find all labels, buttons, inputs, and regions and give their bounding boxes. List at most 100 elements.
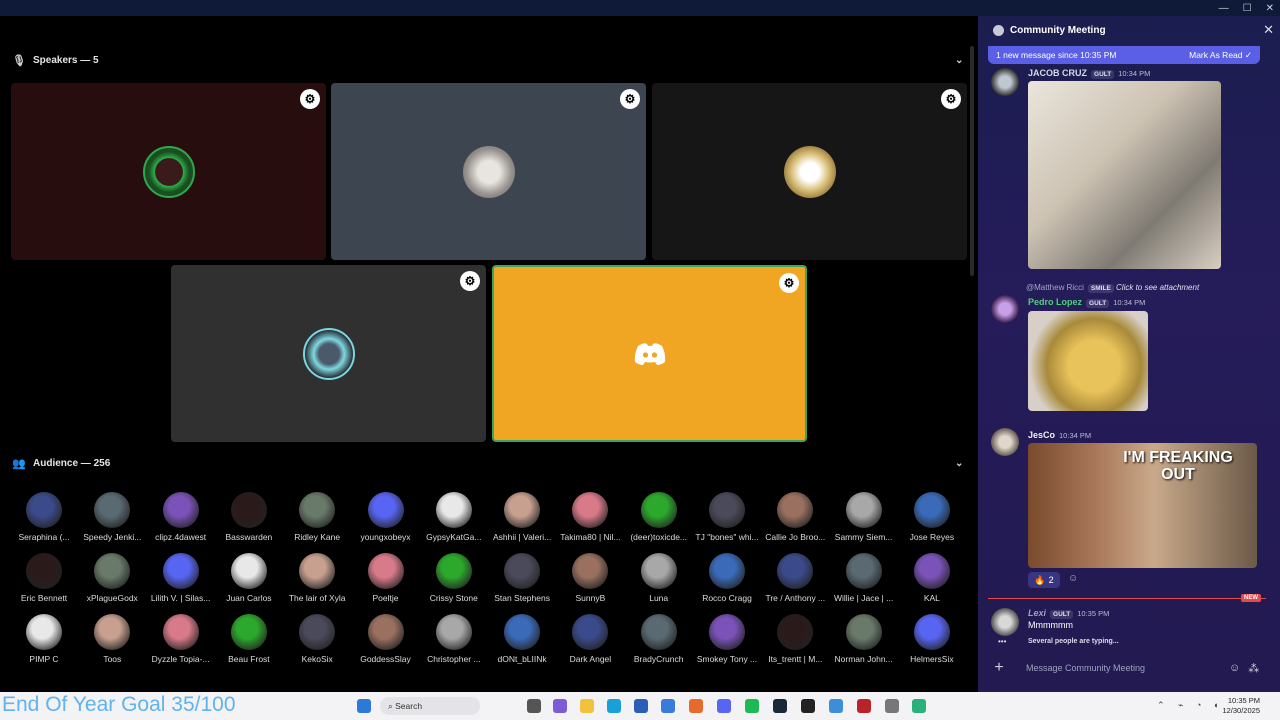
wifi-icon[interactable]: ◔ <box>1196 700 1201 710</box>
add-reaction-icon[interactable]: ☺ <box>1068 573 1078 584</box>
audience-member[interactable]: Ashhii | Valeri... <box>488 492 556 542</box>
close-window-icon[interactable]: ✕ <box>1266 3 1274 14</box>
stage-settings-icon[interactable]: ⚙ <box>300 89 320 109</box>
audience-member[interactable]: Seraphina (... <box>10 492 78 542</box>
emoji-picker-icon[interactable]: ☺ <box>1229 662 1240 674</box>
audience-member[interactable]: youngxobeyx <box>352 492 420 542</box>
audience-member[interactable]: Luna <box>625 553 693 603</box>
audience-member[interactable]: GypsyKatGa... <box>420 492 488 542</box>
app-icon[interactable] <box>912 699 926 713</box>
audience-member[interactable]: Rocco Cragg <box>693 553 761 603</box>
mail-icon[interactable] <box>661 699 675 713</box>
message-author[interactable]: Pedro Lopez GULT 10:34 PM <box>1028 297 1145 308</box>
audience-member[interactable]: Dyzzle Topia-... <box>147 614 215 664</box>
audience-member[interactable]: Toos <box>78 614 146 664</box>
speaker-tile-2[interactable]: ⚙ <box>331 83 646 260</box>
notepad-icon[interactable] <box>829 699 843 713</box>
close-icon[interactable]: ✕ <box>1263 22 1274 38</box>
taskbar-search[interactable]: ⌕ Search <box>380 697 480 715</box>
maximize-icon[interactable]: ☐ <box>1243 3 1252 14</box>
audience-member[interactable]: BradyCrunch <box>625 614 693 664</box>
taskbar-clock[interactable]: 10:35 PM 12/30/2025 <box>1222 696 1260 716</box>
audience-member[interactable]: Christopher ... <box>420 614 488 664</box>
settings-icon[interactable] <box>885 699 899 713</box>
edge-icon[interactable] <box>607 699 621 713</box>
firefox-icon[interactable] <box>689 699 703 713</box>
audience-member[interactable]: Lilith V. | Silas... <box>147 553 215 603</box>
audience-member[interactable]: dONt_bLIINk <box>488 614 556 664</box>
audience-member[interactable]: (deer)toxicde... <box>625 492 693 542</box>
audience-member[interactable]: Takima80 | Nil... <box>556 492 624 542</box>
audience-member[interactable]: Stan Stephens <box>488 553 556 603</box>
audience-member[interactable]: Jose Reyes <box>898 492 966 542</box>
volume-icon[interactable]: ◖ <box>1213 700 1218 710</box>
audience-member[interactable]: Juan Carlos <box>215 553 283 603</box>
chevron-down-icon[interactable]: ⌄ <box>955 458 963 469</box>
audience-member[interactable]: SunnyB <box>556 553 624 603</box>
stage-settings-icon[interactable]: ⚙ <box>941 89 961 109</box>
audience-member[interactable]: Willie | Jace | ... <box>830 553 898 603</box>
audience-member[interactable]: Smokey Tony ... <box>693 614 761 664</box>
chevron-down-icon[interactable]: ⌄ <box>955 55 963 66</box>
user-avatar[interactable] <box>991 295 1019 323</box>
audience-member[interactable]: Tre / Anthony ... <box>761 553 829 603</box>
audience-member[interactable]: KAL <box>898 553 966 603</box>
audience-member[interactable]: PIMP C <box>10 614 78 664</box>
audience-member[interactable]: GoddessSlay <box>352 614 420 664</box>
audience-member[interactable]: Poeltje <box>352 553 420 603</box>
store-icon[interactable] <box>634 699 648 713</box>
audience-member[interactable]: Its_trentt | M... <box>761 614 829 664</box>
stage-settings-icon[interactable]: ⚙ <box>620 89 640 109</box>
minimize-icon[interactable]: — <box>1219 3 1229 14</box>
speaker-tile-1[interactable]: ⚙ <box>11 83 326 260</box>
file-explorer-icon[interactable] <box>580 699 594 713</box>
audience-member[interactable]: KekoSix <box>283 614 351 664</box>
message-author[interactable]: JACOB CRUZ GULT 10:34 PM <box>1028 68 1150 79</box>
app-icon[interactable] <box>801 699 815 713</box>
audience-member[interactable]: Speedy Jenki... <box>78 492 146 542</box>
audience-member[interactable]: Ridley Kane <box>283 492 351 542</box>
audience-member[interactable]: Sammy Siem... <box>830 492 898 542</box>
speaker-tile-5-active[interactable]: ⚙ <box>492 265 807 442</box>
message-input[interactable]: Message Community Meeting <box>1026 663 1221 673</box>
task-view-icon[interactable] <box>527 699 541 713</box>
message-author[interactable]: Lexi GULT 10:35 PM <box>1028 608 1109 619</box>
audience-member[interactable]: Norman John... <box>830 614 898 664</box>
stage-settings-icon[interactable]: ⚙ <box>460 271 480 291</box>
tray-chevron-icon[interactable]: ⌃ <box>1157 700 1165 711</box>
audience-member[interactable]: Beau Frost <box>215 614 283 664</box>
user-avatar[interactable] <box>991 428 1019 456</box>
reply-preview[interactable]: @Matthew Ricci SMILE Click to see attachm… <box>1026 283 1199 293</box>
image-attachment[interactable] <box>1028 311 1148 411</box>
add-attachment-icon[interactable]: + <box>990 659 1008 677</box>
apps-icon[interactable]: ⁂ <box>1248 662 1259 675</box>
discord-taskbar-icon[interactable] <box>717 699 731 713</box>
audience-member[interactable]: Dark Angel <box>556 614 624 664</box>
audience-header[interactable]: 👥 Audience — 256 ⌄ <box>0 450 976 476</box>
user-avatar[interactable] <box>991 608 1019 636</box>
new-messages-banner[interactable]: 1 new message since 10:35 PM Mark As Rea… <box>988 46 1260 64</box>
stage-scrollbar[interactable] <box>970 46 974 276</box>
start-icon[interactable] <box>357 699 371 713</box>
app-icon[interactable] <box>857 699 871 713</box>
stage-settings-icon[interactable]: ⚙ <box>779 273 799 293</box>
speakers-header[interactable]: 🎙 Speakers — 5 ⌄ <box>0 47 976 73</box>
audience-member[interactable]: xPlagueGodx <box>78 553 146 603</box>
copilot-icon[interactable] <box>553 699 567 713</box>
spotify-icon[interactable] <box>745 699 759 713</box>
audience-member[interactable]: Callie Jo Broo... <box>761 492 829 542</box>
message-composer[interactable]: + Message Community Meeting ☺ ⁂ <box>990 656 1270 680</box>
audience-member[interactable]: TJ "bones" whi... <box>693 492 761 542</box>
audience-member[interactable]: The lair of Xyla <box>283 553 351 603</box>
audience-member[interactable]: clipz.4dawest <box>147 492 215 542</box>
steam-icon[interactable] <box>773 699 787 713</box>
audience-member[interactable]: Basswarden <box>215 492 283 542</box>
speaker-tile-3[interactable]: ⚙ <box>652 83 967 260</box>
message-author[interactable]: JesCo 10:34 PM <box>1028 430 1091 440</box>
gif-attachment[interactable]: I'M FREAKING OUT <box>1028 443 1257 568</box>
audience-member[interactable]: HelmersSix <box>898 614 966 664</box>
speaker-tile-4[interactable]: ⚙ <box>171 265 486 442</box>
reaction-button[interactable]: 🔥 2 <box>1028 572 1060 588</box>
network-icon[interactable]: ⌁ <box>1178 700 1183 711</box>
user-avatar[interactable] <box>991 68 1019 96</box>
